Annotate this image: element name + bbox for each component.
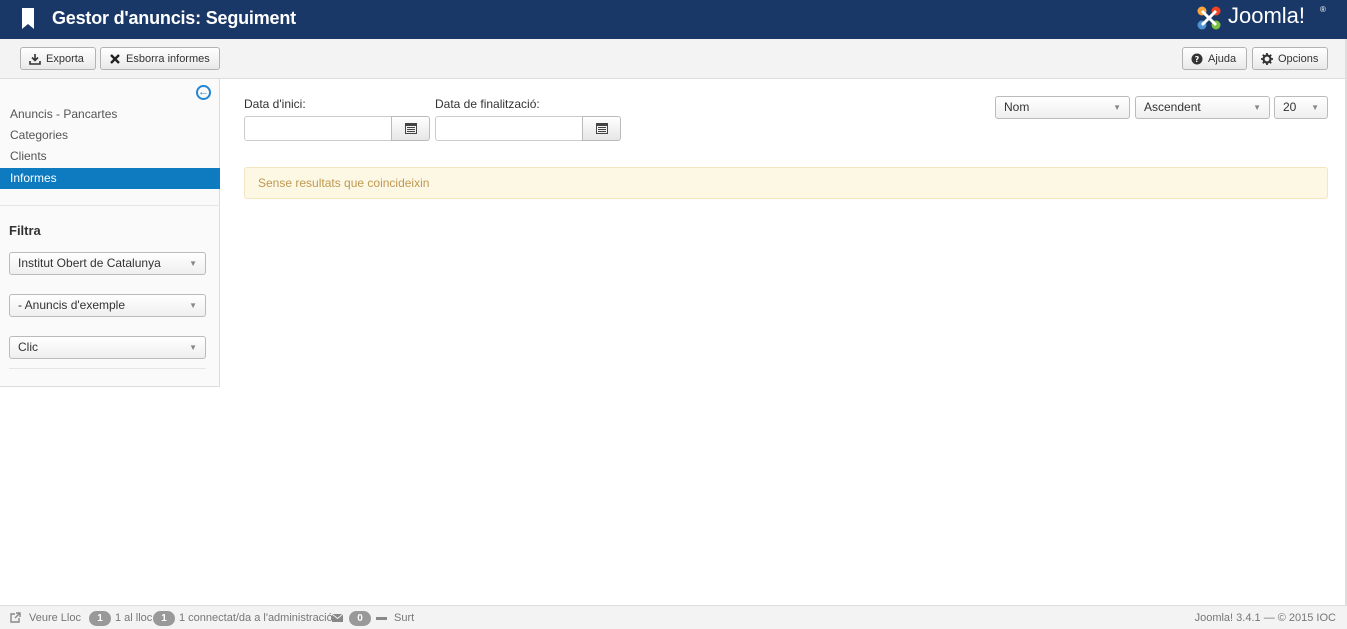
start-date-input[interactable] [244, 116, 392, 141]
start-date-label: Data d'inici: [244, 97, 306, 111]
delete-reports-label: Esborra informes [126, 52, 210, 65]
end-date-input[interactable] [435, 116, 583, 141]
sidebar-item-clients[interactable]: Clients [0, 146, 220, 167]
external-link-icon [10, 612, 21, 623]
admins-badge: 1 [153, 611, 175, 626]
sidebar-divider [9, 368, 206, 369]
sidebar-item-categories[interactable]: Categories [0, 125, 220, 146]
sort-order-select[interactable]: Ascendent ▼ [1135, 96, 1270, 119]
limit-select[interactable]: 20 ▼ [1274, 96, 1328, 119]
page-title: Gestor d'anuncis: Seguiment [52, 8, 296, 28]
gear-icon [1261, 52, 1273, 65]
chevron-down-icon: ▼ [1253, 103, 1261, 112]
chevron-down-icon: ▼ [189, 343, 197, 352]
sort-field-select[interactable]: Nom ▼ [995, 96, 1130, 119]
app-header: Gestor d'anuncis: Seguiment Joomla! ® [0, 0, 1347, 39]
sidebar-item-anuncis[interactable]: Anuncis - Pancartes [0, 104, 220, 125]
close-icon [110, 53, 120, 64]
client-filter-select[interactable]: Institut Obert de Catalunya ▼ [9, 252, 206, 275]
minus-icon [376, 617, 387, 620]
end-date-label: Data de finalització: [435, 97, 540, 111]
collapse-sidebar-icon[interactable]: ← [196, 85, 211, 100]
logout-link[interactable]: Surt [394, 612, 414, 624]
joomla-logo-icon [1197, 6, 1221, 30]
end-date-calendar-button[interactable] [582, 116, 621, 141]
visitors-label: 1 al lloc [115, 612, 153, 624]
sort-field-value: Nom [1004, 100, 1030, 114]
visitors-badge: 1 [89, 611, 111, 626]
joomla-logo-text: Joomla! [1228, 3, 1306, 28]
sort-order-value: Ascendent [1144, 100, 1201, 114]
svg-text:?: ? [1195, 55, 1200, 64]
view-site-link[interactable]: Veure Lloc [29, 612, 81, 624]
delete-reports-button[interactable]: Esborra informes [100, 47, 220, 70]
question-icon: ? [1191, 53, 1203, 64]
chevron-down-icon: ▼ [189, 301, 197, 310]
sidebar-item-informes[interactable]: Informes [0, 168, 220, 189]
envelope-icon [332, 614, 343, 622]
chevron-down-icon: ▼ [1113, 103, 1121, 112]
registered-mark: ® [1320, 5, 1326, 14]
help-button-label: Ajuda [1208, 52, 1237, 65]
status-footer: Veure Lloc 1 1 al lloc 1 1 connectat/da … [0, 605, 1347, 629]
calendar-icon [405, 123, 417, 134]
category-filter-value: - Anuncis d'exemple [18, 298, 126, 312]
type-filter-value: Clic [18, 340, 38, 354]
filter-heading: Filtra [9, 223, 41, 238]
export-button-label: Exporta [46, 52, 84, 65]
download-icon [29, 53, 41, 65]
limit-value: 20 [1283, 100, 1297, 114]
no-results-alert: Sense resultats que coincideixin [244, 167, 1328, 199]
type-filter-select[interactable]: Clic ▼ [9, 336, 206, 359]
options-button-label: Opcions [1278, 52, 1319, 65]
help-button[interactable]: ? Ajuda [1182, 47, 1247, 70]
sidebar: ← Anuncis - Pancartes Categories Clients… [0, 79, 220, 387]
chevron-down-icon: ▼ [1311, 103, 1319, 112]
sidebar-divider [0, 205, 220, 206]
category-filter-select[interactable]: - Anuncis d'exemple ▼ [9, 294, 206, 317]
bookmark-icon [22, 8, 34, 29]
admins-label: 1 connectat/da a l'administració [179, 612, 333, 624]
calendar-icon [596, 123, 608, 134]
client-filter-value: Institut Obert de Catalunya [18, 256, 161, 270]
chevron-down-icon: ▼ [189, 259, 197, 268]
version-info: Joomla! 3.4.1 — © 2015 IOC [1194, 612, 1336, 624]
export-button[interactable]: Exporta [20, 47, 96, 70]
start-date-calendar-button[interactable] [391, 116, 430, 141]
options-button[interactable]: Opcions [1252, 47, 1328, 70]
toolbar: Exporta Esborra informes ? Ajuda Opcions [0, 39, 1347, 79]
messages-badge[interactable]: 0 [349, 611, 371, 626]
